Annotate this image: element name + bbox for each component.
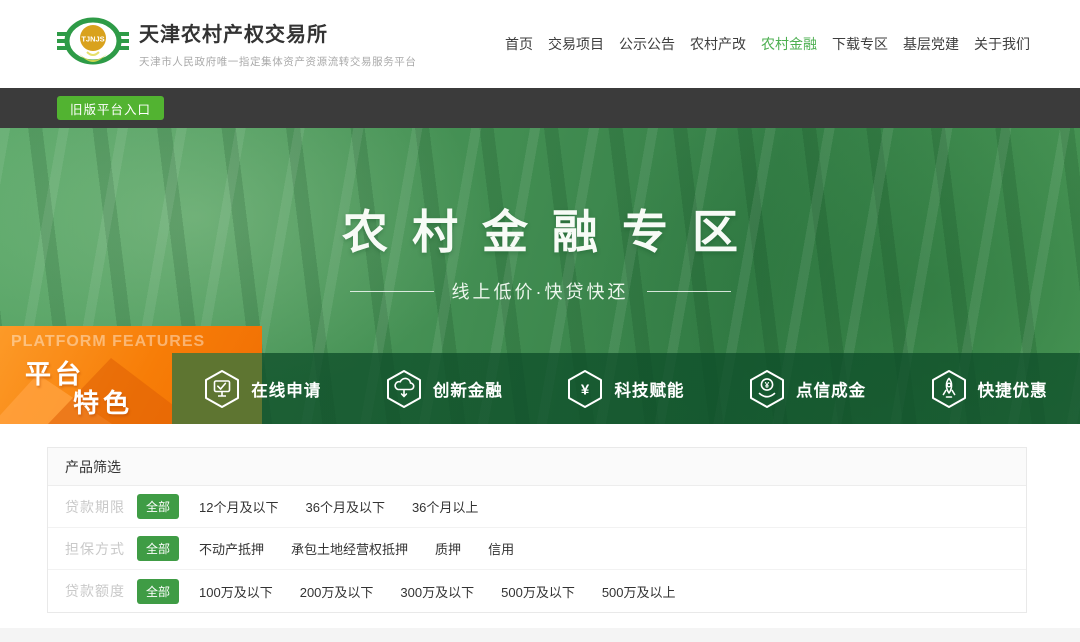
filter-row-loan-amount: 贷款额度 全部 100万及以下 200万及以下 300万及以下 500万及以下 … <box>48 570 1026 612</box>
feature-online-apply[interactable]: 在线申请 <box>172 353 354 424</box>
feature-label: 科技赋能 <box>614 377 684 401</box>
feature-quick-discount[interactable]: 快捷优惠 <box>898 353 1080 424</box>
nav-item-projects[interactable]: 交易项目 <box>548 34 604 54</box>
site-title: 天津农村产权交易所 <box>139 18 417 47</box>
site-subtitle: 天津市人民政府唯一指定集体资产资源流转交易服务平台 <box>139 54 417 69</box>
main-nav: 首页 交易项目 公示公告 农村产改 农村金融 下载专区 基层党建 关于我们 <box>505 0 1030 88</box>
filter-card-title: 产品筛选 <box>48 448 1026 486</box>
filter-row-guarantee-method: 担保方式 全部 不动产抵押 承包土地经营权抵押 质押 信用 <box>48 528 1026 570</box>
nav-item-party-building[interactable]: 基层党建 <box>903 34 959 54</box>
feature-bar: 在线申请 创新金融 ¥ 科技赋能 ¥ 点信成金 <box>172 353 1080 424</box>
filter-row-label: 贷款期限 <box>65 497 137 517</box>
svg-text:¥: ¥ <box>581 381 590 398</box>
feature-credit-to-gold[interactable]: ¥ 点信成金 <box>717 353 899 424</box>
subtitle-left-line <box>350 291 434 292</box>
site-logo-icon: TJNJS <box>57 14 129 72</box>
subtitle-right-line <box>647 291 731 292</box>
filter-option[interactable]: 不动产抵押 <box>199 539 264 558</box>
nav-item-announcements[interactable]: 公示公告 <box>619 34 675 54</box>
filter-option[interactable]: 36个月以上 <box>412 497 478 516</box>
old-platform-entry-button[interactable]: 旧版平台入口 <box>57 96 164 120</box>
all-filter-button[interactable]: 全部 <box>137 494 179 519</box>
filter-option[interactable]: 100万及以下 <box>199 582 273 601</box>
feature-label: 点信成金 <box>796 377 866 401</box>
svg-text:¥: ¥ <box>765 381 770 390</box>
filter-row-loan-term: 贷款期限 全部 12个月及以下 36个月及以下 36个月以上 <box>48 486 1026 528</box>
svg-text:TJNJS: TJNJS <box>81 35 104 44</box>
brand-logo-block[interactable]: TJNJS 天津农村产权交易所 天津市人民政府唯一指定集体资产资源流转交易服务平… <box>57 14 417 72</box>
footer-strip <box>0 628 1080 642</box>
nav-item-downloads[interactable]: 下载专区 <box>832 34 888 54</box>
filter-row-label: 担保方式 <box>65 539 137 559</box>
filter-option[interactable]: 信用 <box>488 539 514 558</box>
filter-option[interactable]: 500万及以上 <box>602 582 676 601</box>
nav-item-about-us[interactable]: 关于我们 <box>974 34 1030 54</box>
nav-item-home[interactable]: 首页 <box>505 34 533 54</box>
filter-option[interactable]: 12个月及以下 <box>199 497 278 516</box>
rocket-icon <box>931 369 967 409</box>
all-filter-button[interactable]: 全部 <box>137 536 179 561</box>
nav-item-rural-finance[interactable]: 农村金融 <box>761 34 817 54</box>
hero-banner: 农村金融专区 线上低价·快贷快还 PLATFORM FEATURES 平台 特色… <box>0 128 1080 424</box>
feature-label: 创新金融 <box>433 377 503 401</box>
banner-subtitle-row: 线上低价·快贷快还 <box>0 278 1080 304</box>
feature-label: 在线申请 <box>251 377 321 401</box>
all-filter-button[interactable]: 全部 <box>137 579 179 604</box>
site-header: TJNJS 天津农村产权交易所 天津市人民政府唯一指定集体资产资源流转交易服务平… <box>0 0 1080 88</box>
feature-label: 快捷优惠 <box>978 377 1048 401</box>
filter-row-label: 贷款额度 <box>65 581 137 601</box>
filter-option[interactable]: 300万及以下 <box>400 582 474 601</box>
coin-hand-icon: ¥ <box>749 369 785 409</box>
banner-subtitle: 线上低价·快贷快还 <box>452 278 629 304</box>
filter-option[interactable]: 质押 <box>435 539 461 558</box>
filter-option[interactable]: 36个月及以下 <box>305 497 384 516</box>
platform-features-eyebrow: PLATFORM FEATURES <box>11 333 205 351</box>
cloud-finance-icon <box>386 369 422 409</box>
utility-bar: 旧版平台入口 <box>0 88 1080 128</box>
nav-item-rural-reform[interactable]: 农村产改 <box>690 34 746 54</box>
feature-innovative-finance[interactable]: 创新金融 <box>354 353 536 424</box>
monitor-check-icon <box>204 369 240 409</box>
filter-option[interactable]: 200万及以下 <box>300 582 374 601</box>
banner-title: 农村金融专区 <box>0 196 1080 262</box>
filter-option[interactable]: 承包土地经营权抵押 <box>291 539 408 558</box>
platform-label-line2: 特色 <box>73 383 133 420</box>
yen-icon: ¥ <box>567 369 603 409</box>
brand-text: 天津农村产权交易所 天津市人民政府唯一指定集体资产资源流转交易服务平台 <box>139 18 417 69</box>
feature-tech-empowerment[interactable]: ¥ 科技赋能 <box>535 353 717 424</box>
filter-option[interactable]: 500万及以下 <box>501 582 575 601</box>
product-filter-card: 产品筛选 贷款期限 全部 12个月及以下 36个月及以下 36个月以上 担保方式… <box>47 447 1027 613</box>
